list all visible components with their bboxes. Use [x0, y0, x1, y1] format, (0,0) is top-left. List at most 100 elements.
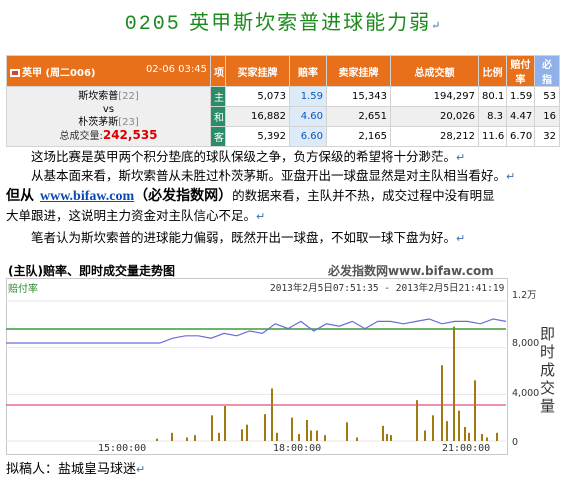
volume-bar	[424, 430, 426, 441]
y-tick: 4,000	[512, 388, 540, 399]
match-header[interactable]: 英甲 (周二006) 02-06 03:45	[6, 55, 211, 87]
index-cell: 16	[534, 106, 560, 127]
sell-cell: 15,343	[326, 86, 391, 107]
volume-bar	[271, 388, 273, 441]
title-number: 0205	[124, 13, 181, 36]
vs-label: vs	[102, 104, 115, 115]
payout-series-line	[6, 318, 506, 344]
series-label: 赔付率	[8, 284, 38, 295]
volume-bar	[276, 432, 278, 441]
volume-bar	[224, 406, 226, 441]
volume-bar	[246, 424, 248, 441]
y-axis-title: 即时成交量	[540, 325, 556, 415]
volume-bar	[156, 438, 158, 441]
away-team[interactable]: 朴茨茅斯	[78, 117, 118, 128]
volume-bar	[356, 437, 358, 441]
ratio-cell: 11.6	[478, 126, 507, 147]
volume-bar	[386, 434, 388, 441]
buy-cell: 5,073	[225, 86, 290, 107]
paragraph: 这场比赛是英甲两个积分垫底的球队保级之争，负方保级的希望将十分渺茫。↵	[31, 149, 466, 164]
volume-bar	[468, 432, 470, 441]
volume-bar	[264, 414, 266, 441]
col-odds: 赔率	[289, 55, 327, 87]
volume-bar	[458, 410, 460, 441]
teams-cell: 斯坎索普[22] vs 朴茨茅斯[23] 总成交量:242,535	[6, 86, 211, 147]
volume-bar	[306, 420, 308, 441]
volume-label: 总成交量:	[59, 131, 103, 142]
x-tick: 21:00:00	[442, 443, 491, 454]
buy-cell: 5,392	[225, 126, 290, 147]
total-cell: 194,297	[390, 86, 479, 107]
side-away: 客	[210, 126, 226, 147]
volume-bar	[464, 427, 466, 441]
volume-bar	[211, 415, 213, 441]
away-rank: [23]	[118, 117, 139, 128]
x-tick: 18:00:00	[273, 443, 322, 454]
volume-bar	[474, 380, 476, 441]
volume-bar	[298, 434, 300, 441]
side-draw: 和	[210, 106, 226, 127]
index-cell: 32	[534, 126, 560, 147]
volume-bar	[291, 417, 293, 441]
volume-bar	[390, 435, 392, 441]
sell-cell: 2,165	[326, 126, 391, 147]
volume-bar	[346, 422, 348, 441]
volume-bar	[316, 430, 318, 441]
title-text: 英甲斯坎索普进球能力弱	[189, 10, 432, 34]
paragraph: 从基本面来看，斯坎索普从未胜过朴茨茅斯。亚盘开出一球盘显然是对主队相当看好。↵	[31, 168, 516, 183]
flag-icon	[10, 68, 20, 77]
paragraph: 大单跟进，这说明主力资金对主队信心不足。↵	[6, 208, 266, 223]
chart-plot	[6, 300, 506, 442]
chart-time-range: 2013年2月5日07:51:35 - 2013年2月5日21:41:19	[270, 283, 505, 294]
col-index: 必指	[534, 55, 560, 87]
volume-bar	[382, 425, 384, 441]
col-ratio: 比例	[478, 55, 507, 87]
total-cell: 28,212	[390, 126, 479, 147]
odds-table: 英甲 (周二006) 02-06 03:45 项 买家挂牌 赔率 卖家挂牌 总成…	[6, 55, 560, 147]
match-time: 02-06 03:45	[145, 63, 207, 75]
volume-bars	[156, 326, 498, 441]
col-side: 项	[210, 55, 226, 87]
volume-bar	[171, 432, 173, 441]
volume-bar	[186, 437, 188, 441]
home-team[interactable]: 斯坎索普	[78, 91, 118, 102]
col-buy: 买家挂牌	[225, 55, 290, 87]
home-rank: [22]	[118, 91, 139, 102]
volume-bar	[486, 437, 488, 441]
author-line: 拟稿人：盐城皇马球迷↵	[6, 462, 146, 477]
odds-cell: 4.60	[289, 106, 327, 127]
ratio-cell: 8.3	[478, 106, 507, 127]
buy-cell: 16,882	[225, 106, 290, 127]
volume-bar	[324, 435, 326, 441]
volume-bar	[432, 415, 434, 441]
col-sell: 卖家挂牌	[326, 55, 391, 87]
odds-cell: 6.60	[289, 126, 327, 147]
volume-bar	[416, 400, 418, 441]
col-total: 总成交额	[390, 55, 479, 87]
y-tick: 1.2万	[512, 290, 537, 301]
index-cell: 53	[534, 86, 560, 107]
y-tick: 8,000	[512, 338, 540, 349]
x-tick: 15:00:00	[98, 443, 147, 454]
paragraph: 但从 www.bifaw.com（必发指数网）的数据来看，主队并不热，成交过程中没…	[6, 188, 495, 204]
ratio-cell: 80.1	[478, 86, 507, 107]
col-payout: 赔付率	[506, 55, 535, 87]
table-row: 斯坎索普[22] vs 朴茨茅斯[23] 总成交量:242,535 主 5,07…	[6, 86, 560, 147]
total-cell: 20,026	[390, 106, 479, 127]
volume-bar	[241, 429, 243, 441]
volume-bar	[496, 432, 498, 441]
bifaw-link[interactable]: www.bifaw.com	[40, 189, 134, 204]
volume-bar	[441, 365, 443, 441]
payout-cell: 1.59	[506, 86, 535, 107]
volume-bar	[446, 421, 448, 441]
odds-cell: 1.59	[289, 86, 327, 107]
payout-cell: 6.70	[506, 126, 535, 147]
chart-watermark: 必发指数网www.bifaw.com	[328, 264, 494, 278]
volume-bar	[453, 326, 455, 441]
side-home: 主	[210, 86, 226, 107]
paragraph: 笔者认为斯坎索普的进球能力偏弱，既然开出一球盘，不如取一球下盘为好。↵	[31, 230, 466, 245]
page-title: 0205 英甲斯坎索普进球能力弱↵	[124, 10, 443, 36]
volume-bar	[310, 430, 312, 441]
grid	[6, 300, 506, 442]
chart-title: (主队)赔率、即时成交量走势图	[8, 264, 175, 278]
